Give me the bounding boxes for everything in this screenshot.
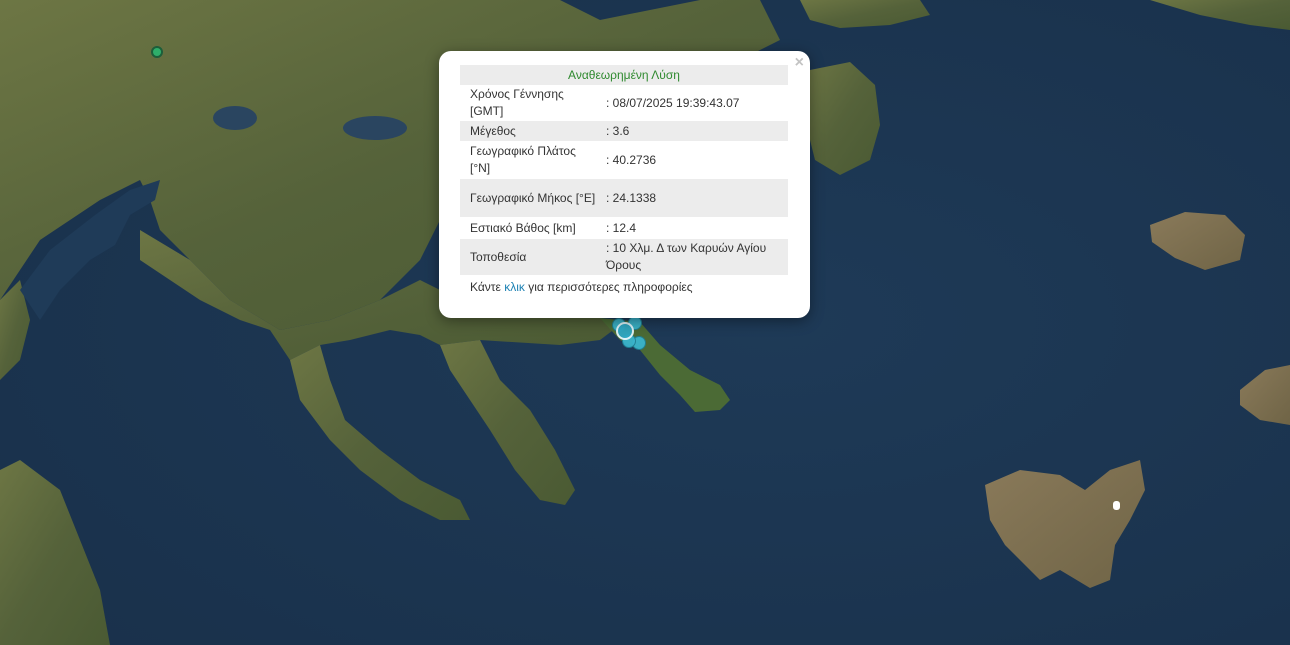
info-value: : 3.6 bbox=[598, 121, 788, 141]
info-key: Τοποθεσία bbox=[460, 239, 598, 275]
info-value: : 24.1338 bbox=[598, 179, 788, 217]
popup-title: Αναθεωρημένη Λύση bbox=[460, 65, 788, 85]
info-row-latitude: Γεωγραφικό Πλάτος [°N] : 40.2736 bbox=[460, 141, 788, 179]
lake-koronia bbox=[213, 106, 257, 130]
info-row-longitude: Γεωγραφικό Μήκος [°E] : 24.1338 bbox=[460, 179, 788, 217]
info-key: Γεωγραφικό Πλάτος [°N] bbox=[470, 144, 576, 175]
footer-suffix: για περισσότερες πληροφορίες bbox=[524, 279, 693, 294]
selected-earthquake-marker[interactable] bbox=[616, 322, 634, 340]
info-key: Γεωγραφικό Μήκος [°E] bbox=[460, 179, 598, 217]
lake-volvi bbox=[343, 116, 407, 140]
info-key: Μέγεθος bbox=[460, 121, 598, 141]
info-row-depth: Εστιακό Βάθος [km] : 12.4 bbox=[460, 217, 788, 239]
info-value: : 10 Χλμ. Δ των Καρυών Αγίου Όρους bbox=[598, 239, 788, 275]
info-key: Χρόνος Γέννησης [GMT] bbox=[470, 87, 564, 118]
popup-footer-row: Κάντε κλικ για περισσότερες πληροφορίες bbox=[460, 275, 788, 299]
footer-prefix: Κάντε bbox=[470, 279, 505, 294]
satellite-map[interactable]: × Αναθεωρημένη Λύση Χρόνος Γέννησης [GMT… bbox=[0, 0, 1290, 645]
info-value: : 40.2736 bbox=[606, 152, 657, 167]
more-info-link[interactable]: κλικ bbox=[504, 280, 525, 294]
location-marker bbox=[1113, 501, 1120, 510]
info-value: : 12.4 bbox=[606, 220, 637, 235]
info-key: Εστιακό Βάθος [km] bbox=[470, 220, 576, 235]
popup-title-row: Αναθεωρημένη Λύση bbox=[460, 65, 788, 85]
info-value: : 08/07/2025 19:39:43.07 bbox=[606, 95, 740, 110]
info-row-magnitude: Μέγεθος : 3.6 bbox=[460, 121, 788, 141]
info-row-location: Τοποθεσία : 10 Χλμ. Δ των Καρυών Αγίου Ό… bbox=[460, 239, 788, 275]
popup-footer: Κάντε κλικ για περισσότερες πληροφορίες bbox=[460, 275, 788, 299]
station-marker[interactable] bbox=[151, 46, 163, 58]
earthquake-popup: × Αναθεωρημένη Λύση Χρόνος Γέννησης [GMT… bbox=[439, 51, 810, 318]
info-row-origin-time: Χρόνος Γέννησης [GMT] : 08/07/2025 19:39… bbox=[460, 85, 788, 121]
close-icon[interactable]: × bbox=[795, 54, 804, 72]
earthquake-info-table: Αναθεωρημένη Λύση Χρόνος Γέννησης [GMT] … bbox=[460, 65, 788, 299]
